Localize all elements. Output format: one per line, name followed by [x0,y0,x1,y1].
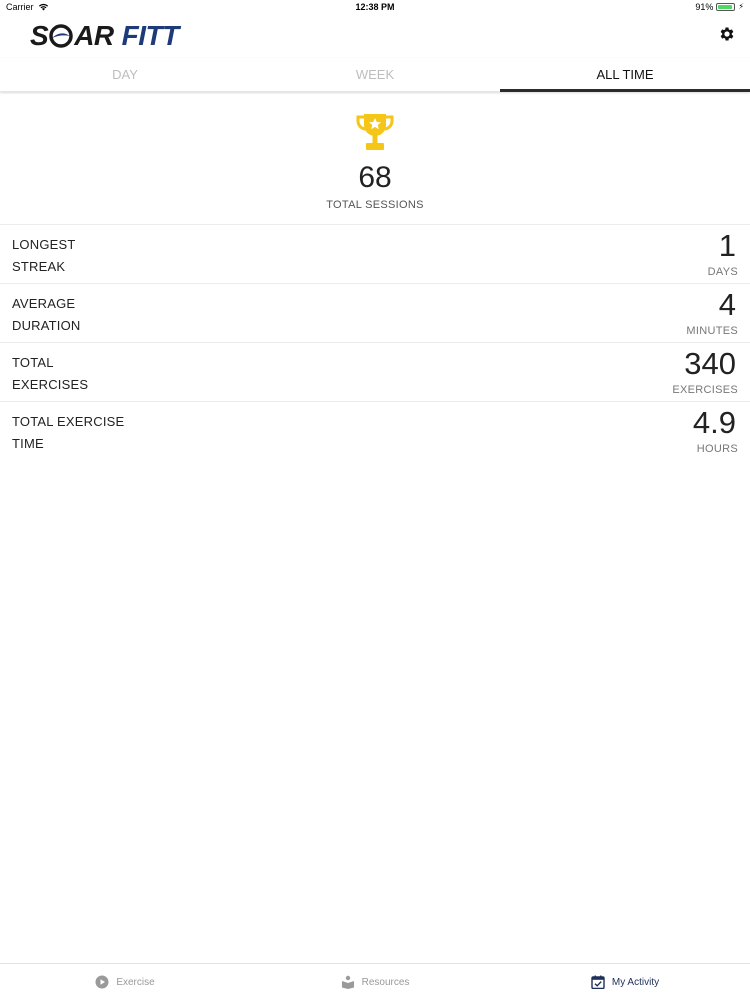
battery-icon [716,3,736,11]
soar-fitt-logo: S AR FITT [30,20,179,52]
stat-label-line1: LONGEST [12,237,76,252]
app-header: S AR FITT [0,15,750,58]
period-tabs: DAY WEEK ALL TIME [0,58,750,92]
stat-label: AVERAGE DURATION [12,293,192,337]
stat-row-longest-streak: LONGEST STREAK 1 DAYS [0,225,750,284]
tab-week[interactable]: WEEK [250,58,500,91]
stat-label-line1: TOTAL [12,355,54,370]
tab-day[interactable]: DAY [0,58,250,91]
clock: 12:38 PM [355,2,395,12]
gear-icon[interactable] [718,25,736,43]
stat-label: TOTAL EXERCISES [12,352,192,396]
tab-all-time[interactable]: ALL TIME [500,58,750,92]
stat-label-line2: EXERCISES [12,377,89,392]
stat-label: LONGEST STREAK [12,234,192,278]
battery-fill [718,5,733,9]
stat-label-line2: STREAK [12,259,66,274]
stat-label: TOTAL EXERCISE TIME [12,411,192,455]
stat-row-total-exercise-time: TOTAL EXERCISE TIME 4.9 HOURS [0,402,750,461]
nav-my-activity[interactable]: My Activity [500,964,750,1000]
play-circle-icon [95,975,109,989]
nav-exercise-label: Exercise [116,976,155,988]
stats-list: LONGEST STREAK 1 DAYS AVERAGE DURATION 4… [0,225,750,461]
logo-text-ar: AR [74,20,114,51]
total-sessions-value: 68 [358,161,392,194]
stat-row-average-duration: AVERAGE DURATION 4 MINUTES [0,284,750,343]
stat-label-line1: AVERAGE [12,296,76,311]
nav-exercise[interactable]: Exercise [0,964,250,1000]
stat-unit: MINUTES [686,325,738,337]
battery-group: 91% ⚡ [695,2,744,12]
stat-label-line1: TOTAL EXERCISE [12,414,125,429]
stat-value: 340 [684,346,736,381]
charging-bolt-icon: ⚡ [738,2,744,11]
stat-value: 1 [718,228,736,263]
battery-percent: 91% [695,2,714,12]
logo-text-fitt: FITT [121,20,180,51]
trophy-icon [356,114,394,150]
calendar-check-icon [591,975,605,989]
sessions-summary: 68 TOTAL SESSIONS [0,93,750,225]
total-sessions-label: TOTAL SESSIONS [326,199,424,211]
stat-unit: HOURS [696,443,738,455]
nav-my-activity-label: My Activity [611,976,660,988]
stat-value: 4.9 [692,405,736,440]
stat-row-total-exercises: TOTAL EXERCISES 340 EXERCISES [0,343,750,402]
status-bar: Carrier 12:38 PM 91% ⚡ [0,0,750,15]
nav-resources-label: Resources [361,976,410,988]
logo-text-s: S [30,20,49,51]
logo-o-mark [49,24,73,48]
stat-value: 4 [718,287,736,322]
nav-resources[interactable]: Resources [250,964,500,1000]
stat-unit: DAYS [707,266,738,278]
app-screen: Carrier 12:38 PM 91% ⚡ S AR FITT DAY WEE… [0,0,750,1000]
stat-label-line2: TIME [12,436,44,451]
stat-unit: EXERCISES [672,384,738,396]
stat-label-line2: DURATION [12,318,81,333]
book-reader-icon [341,975,354,989]
bottom-tab-bar: Exercise Resources My Activity [0,963,750,1000]
